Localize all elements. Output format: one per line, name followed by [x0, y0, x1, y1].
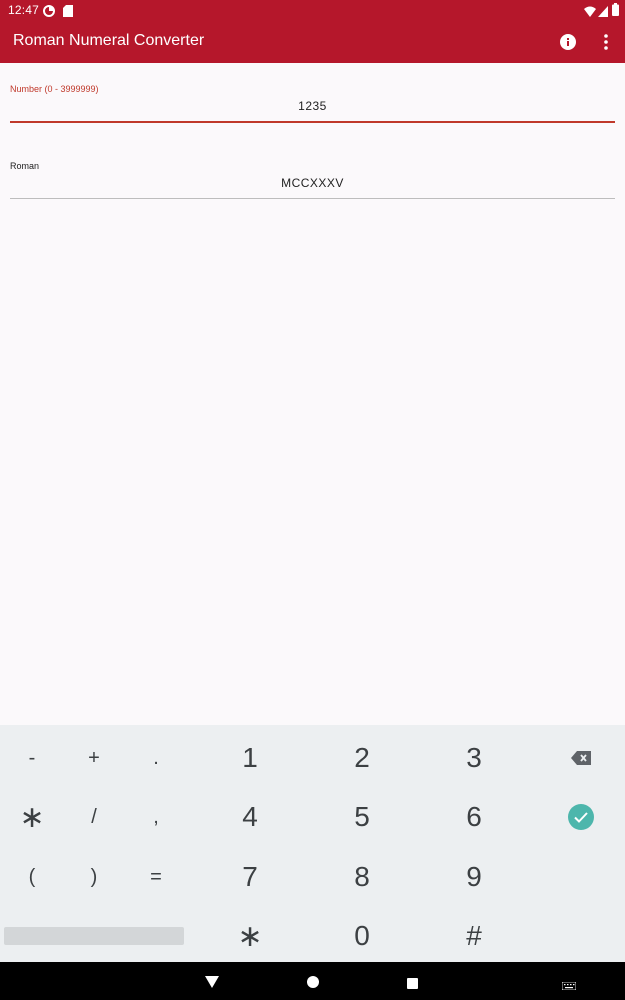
key-9[interactable]: 9: [449, 852, 499, 902]
app-bar: Roman Numeral Converter: [0, 20, 625, 63]
nav-bar: [0, 962, 625, 1000]
number-field[interactable]: Number (0 - 3999999) 1235: [10, 80, 615, 125]
battery-icon: [612, 3, 619, 21]
screen: 12:47 Roman Numeral Converter Number (0 …: [0, 0, 625, 1000]
home-icon[interactable]: [307, 975, 319, 993]
key-period[interactable]: .: [131, 733, 181, 783]
key-asterisk[interactable]: ∗: [7, 792, 57, 842]
key-1[interactable]: 1: [225, 733, 275, 783]
key-2[interactable]: 2: [337, 733, 387, 783]
number-input[interactable]: 1235: [10, 99, 615, 113]
key-0[interactable]: 0: [337, 911, 387, 961]
roman-field-underline: [10, 198, 615, 199]
key-7[interactable]: 7: [225, 852, 275, 902]
key-equals[interactable]: =: [131, 852, 181, 902]
space-key[interactable]: [4, 927, 184, 945]
app-title: Roman Numeral Converter: [13, 32, 205, 49]
key-minus[interactable]: -: [7, 733, 57, 783]
key-slash[interactable]: /: [69, 792, 119, 842]
key-comma[interactable]: ,: [131, 792, 181, 842]
key-3[interactable]: 3: [449, 733, 499, 783]
numeric-keyboard: - + . 1 2 3 ∗ / , 4 5 6 ( ) = 7 8 9 ∗ 0 …: [0, 725, 625, 962]
roman-field-label: Roman: [10, 161, 40, 171]
roman-field[interactable]: Roman MCCXXXV: [10, 158, 615, 203]
key-plus[interactable]: +: [69, 733, 119, 783]
key-4[interactable]: 4: [225, 792, 275, 842]
key-close-paren[interactable]: ): [69, 852, 119, 902]
number-field-underline: [10, 121, 615, 123]
key-6[interactable]: 6: [449, 792, 499, 842]
key-8[interactable]: 8: [337, 852, 387, 902]
roman-input[interactable]: MCCXXXV: [10, 176, 615, 190]
key-hash[interactable]: #: [449, 911, 499, 961]
recents-icon[interactable]: [407, 976, 418, 994]
key-star[interactable]: ∗: [225, 911, 275, 961]
check-circle-icon[interactable]: [556, 792, 606, 842]
status-time: 12:47: [8, 3, 40, 17]
keyboard-switch-icon[interactable]: [561, 977, 577, 995]
more-vert-icon[interactable]: [598, 31, 614, 53]
number-field-label: Number (0 - 3999999): [10, 84, 99, 94]
back-icon[interactable]: [205, 975, 219, 993]
key-5[interactable]: 5: [337, 792, 387, 842]
key-open-paren[interactable]: (: [7, 852, 57, 902]
info-icon[interactable]: [558, 32, 578, 52]
backspace-icon[interactable]: [556, 733, 606, 783]
status-bar: 12:47: [0, 0, 625, 20]
